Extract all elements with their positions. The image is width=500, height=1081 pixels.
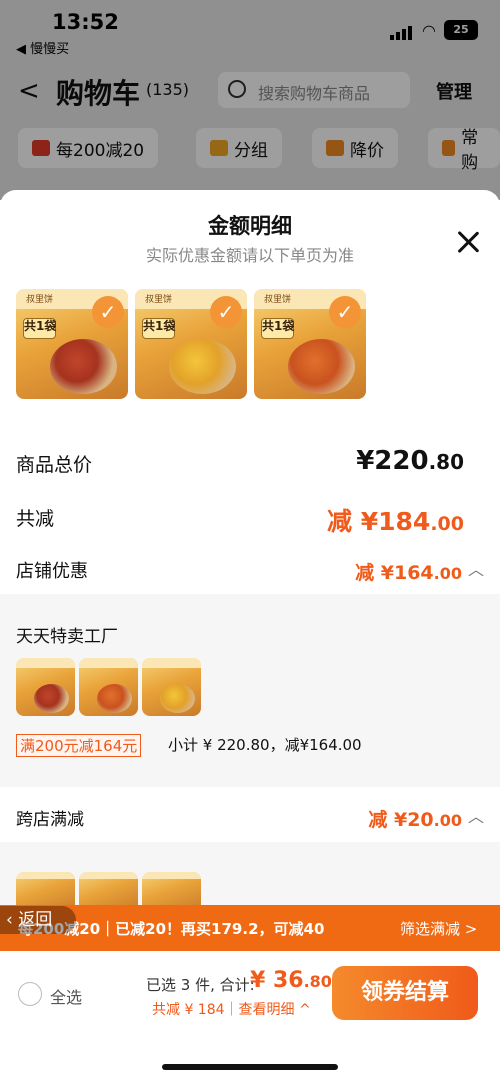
thumb-label: 共1袋 [143,319,176,333]
check-icon: ✓ [92,296,124,328]
store-product-thumbnail [16,658,75,716]
cross-store-decimal: .00 [433,811,462,830]
selected-count: 已选 3 件, 合计: [146,976,255,994]
store-product-thumbnail [142,658,201,716]
store-discount-label: 店铺优惠 [16,561,88,582]
total-reduce-label: 共减 [16,508,55,530]
store-discount-decimal: .00 [433,564,462,583]
thumb-brand: 叔里饼 [264,295,292,305]
store-discount-value[interactable]: 减 ¥164.00 [355,558,462,585]
total-price: ¥220.80 [356,446,464,476]
sum-decimal: .80 [303,972,332,991]
total-reduce-main: 减 ¥184 [327,507,431,536]
sum-amount: ¥ 36.80 [250,968,332,993]
chevron-up-icon[interactable]: ︿ [468,803,484,827]
close-icon[interactable] [456,230,480,254]
home-indicator [162,1064,338,1070]
chevron-up-icon[interactable]: ︿ [468,556,484,580]
total-reduce-decimal: .00 [430,513,464,535]
cross-store-section [0,842,500,905]
store-name: 天天特卖工厂 [16,627,118,647]
view-detail-link[interactable]: 共减 ¥ 184｜查看明细 ^ [152,999,311,1019]
sum-main: ¥ 36 [250,968,304,993]
thumb-brand: 叔里饼 [145,295,173,305]
select-all-label[interactable]: 全选 [50,984,82,1008]
cross-store-label: 跨店满减 [16,810,84,830]
sheet-title: 金额明细 [208,214,292,238]
return-button[interactable]: ‹ 返回 [0,906,76,934]
cross-store-value[interactable]: 减 ¥20.00 [368,805,462,832]
check-icon: ✓ [329,296,361,328]
store-subtotal: 小计 ¥ 220.80，减¥164.00 [168,736,362,754]
select-all-radio[interactable] [18,982,42,1006]
thumb-label: 共1袋 [262,319,295,333]
return-label: 返回 [18,910,53,930]
total-price-decimal: .80 [428,450,464,474]
promo-filter-link[interactable]: 筛选满减 > [400,918,477,939]
thumb-brand: 叔里饼 [26,295,54,305]
total-reduce: 减 ¥184.00 [327,502,464,538]
store-discount-main: 减 ¥164 [355,562,434,584]
total-price-main: ¥220 [356,446,429,476]
sheet-subtitle: 实际优惠金额请以下单页为准 [145,246,354,265]
store-coupon-tag: 满200元减164元 [16,734,142,757]
overlay-dim[interactable] [0,0,500,200]
check-icon: ✓ [210,296,242,328]
watermark: zhizhizhi.com [354,1040,461,1056]
thumb-label: 共1袋 [24,319,57,333]
checkout-button[interactable]: 领券结算 [332,966,478,1020]
store-product-thumbnail [79,658,138,716]
total-price-label: 商品总价 [16,454,93,476]
cross-store-main: 减 ¥20 [368,809,434,831]
